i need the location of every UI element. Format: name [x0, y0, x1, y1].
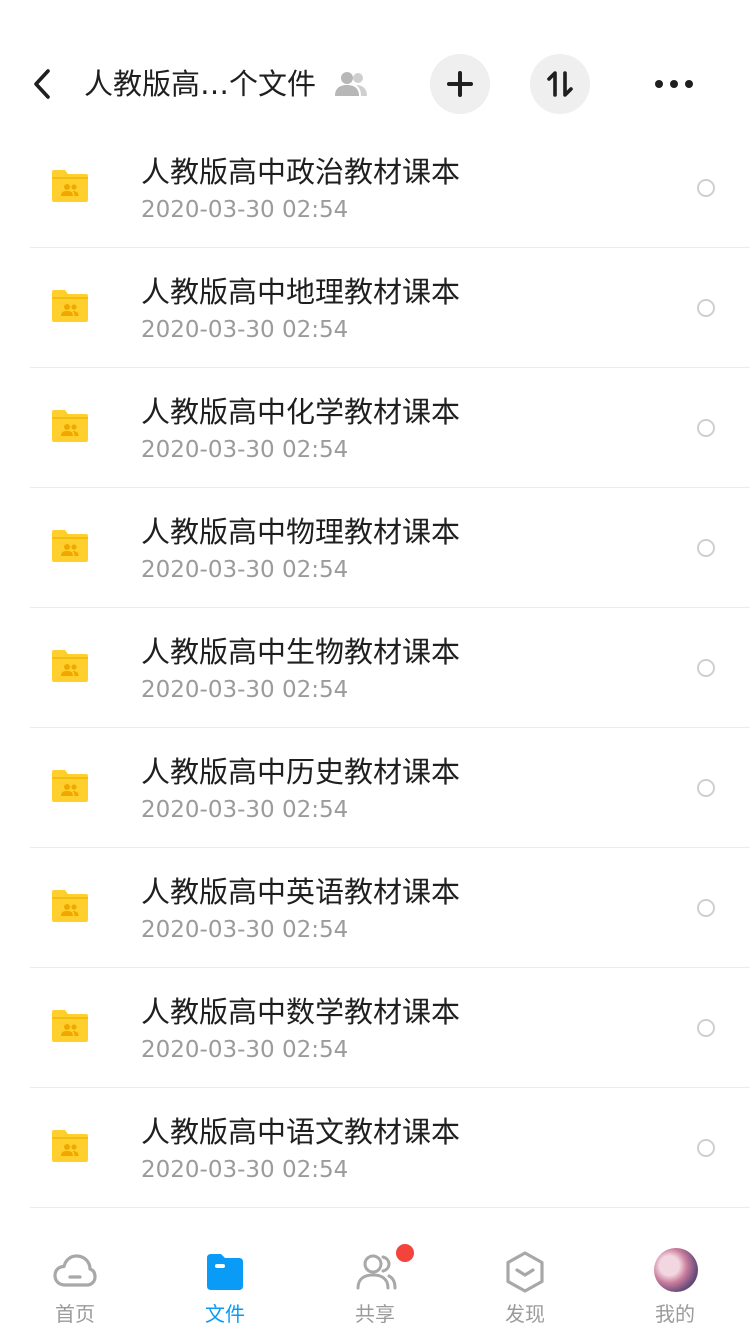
- tab-profile-label: 我的: [655, 1302, 695, 1326]
- shared-folder-icon: [52, 1130, 88, 1162]
- file-browser-page: 人教版高…个文件 人教版高中政治教材课本 2020-03-30 02:54 人教…: [0, 0, 750, 1334]
- select-checkbox[interactable]: [697, 299, 715, 317]
- tab-profile[interactable]: 我的: [600, 1236, 750, 1334]
- select-checkbox[interactable]: [697, 539, 715, 557]
- tab-discover[interactable]: 发现: [450, 1236, 600, 1334]
- shared-folder-icon: [52, 530, 88, 562]
- select-checkbox[interactable]: [697, 659, 715, 677]
- tab-discover-label: 发现: [505, 1302, 545, 1326]
- sort-button[interactable]: [530, 54, 590, 114]
- add-button[interactable]: [430, 54, 490, 114]
- tab-home[interactable]: 首页: [0, 1236, 150, 1334]
- file-row[interactable]: 人教版高中化学教材课本 2020-03-30 02:54: [0, 368, 750, 488]
- tab-home-label: 首页: [55, 1302, 95, 1326]
- cloud-icon: [53, 1254, 97, 1287]
- file-name: 人教版高中物理教材课本: [141, 515, 461, 549]
- file-name: 人教版高中语文教材课本: [141, 1115, 461, 1149]
- file-timestamp: 2020-03-30 02:54: [141, 1157, 349, 1183]
- file-row[interactable]: 人教版高中语文教材课本 2020-03-30 02:54: [0, 1088, 750, 1208]
- tab-share[interactable]: 共享: [300, 1236, 450, 1334]
- sort-icon: [547, 71, 573, 97]
- shared-folder-icon: [52, 170, 88, 202]
- select-checkbox[interactable]: [697, 1019, 715, 1037]
- file-timestamp: 2020-03-30 02:54: [141, 317, 349, 343]
- file-row[interactable]: 人教版高中地理教材课本 2020-03-30 02:54: [0, 248, 750, 368]
- file-row[interactable]: 人教版高中英语教材课本 2020-03-30 02:54: [0, 848, 750, 968]
- file-timestamp: 2020-03-30 02:54: [141, 1037, 349, 1063]
- file-name: 人教版高中政治教材课本: [141, 155, 461, 189]
- file-row[interactable]: 人教版高中政治教材课本 2020-03-30 02:54: [0, 128, 750, 248]
- people-icon: [356, 1254, 397, 1290]
- page-title: 人教版高…个文件: [84, 67, 317, 101]
- more-button[interactable]: [644, 60, 704, 108]
- file-timestamp: 2020-03-30 02:54: [141, 437, 349, 463]
- file-row[interactable]: 人教版高中物理教材课本 2020-03-30 02:54: [0, 488, 750, 608]
- select-checkbox[interactable]: [697, 179, 715, 197]
- select-checkbox[interactable]: [697, 899, 715, 917]
- select-checkbox[interactable]: [697, 419, 715, 437]
- shared-folder-icon: [52, 890, 88, 922]
- file-timestamp: 2020-03-30 02:54: [141, 917, 349, 943]
- back-button[interactable]: [22, 60, 62, 108]
- shared-folder-icon: [52, 1010, 88, 1042]
- file-name: 人教版高中生物教材课本: [141, 635, 461, 669]
- file-name: 人教版高中地理教材课本: [141, 275, 461, 309]
- select-checkbox[interactable]: [697, 1139, 715, 1157]
- file-name: 人教版高中化学教材课本: [141, 395, 461, 429]
- shared-folder-icon: [335, 72, 367, 96]
- shared-folder-icon: [52, 650, 88, 682]
- tab-files[interactable]: 文件: [150, 1236, 300, 1334]
- shared-folder-icon: [52, 770, 88, 802]
- tab-share-label: 共享: [355, 1302, 395, 1326]
- top-bar: 人教版高…个文件: [0, 40, 750, 128]
- tab-files-label: 文件: [205, 1302, 245, 1326]
- more-dots-icon: [655, 80, 693, 88]
- file-name: 人教版高中历史教材课本: [141, 755, 461, 789]
- chevron-left-icon: [34, 69, 50, 99]
- file-timestamp: 2020-03-30 02:54: [141, 677, 349, 703]
- file-timestamp: 2020-03-30 02:54: [141, 197, 349, 223]
- file-list: 人教版高中政治教材课本 2020-03-30 02:54 人教版高中地理教材课本 20…: [0, 128, 750, 1208]
- shared-folder-icon: [52, 410, 88, 442]
- file-row[interactable]: 人教版高中生物教材课本 2020-03-30 02:54: [0, 608, 750, 728]
- file-timestamp: 2020-03-30 02:54: [141, 797, 349, 823]
- shared-folder-icon: [52, 290, 88, 322]
- file-name: 人教版高中英语教材课本: [141, 875, 461, 909]
- file-name: 人教版高中数学教材课本: [141, 995, 461, 1029]
- select-checkbox[interactable]: [697, 779, 715, 797]
- folder-icon: [207, 1254, 243, 1290]
- file-row[interactable]: 人教版高中历史教材课本 2020-03-30 02:54: [0, 728, 750, 848]
- bottom-tab-bar: 首页 文件 共享 发现 我的: [0, 1236, 750, 1334]
- discover-icon: [506, 1251, 544, 1293]
- file-timestamp: 2020-03-30 02:54: [141, 557, 349, 583]
- file-row[interactable]: 人教版高中数学教材课本 2020-03-30 02:54: [0, 968, 750, 1088]
- notification-badge: [396, 1244, 414, 1262]
- avatar: [654, 1248, 698, 1292]
- plus-icon: [447, 71, 473, 97]
